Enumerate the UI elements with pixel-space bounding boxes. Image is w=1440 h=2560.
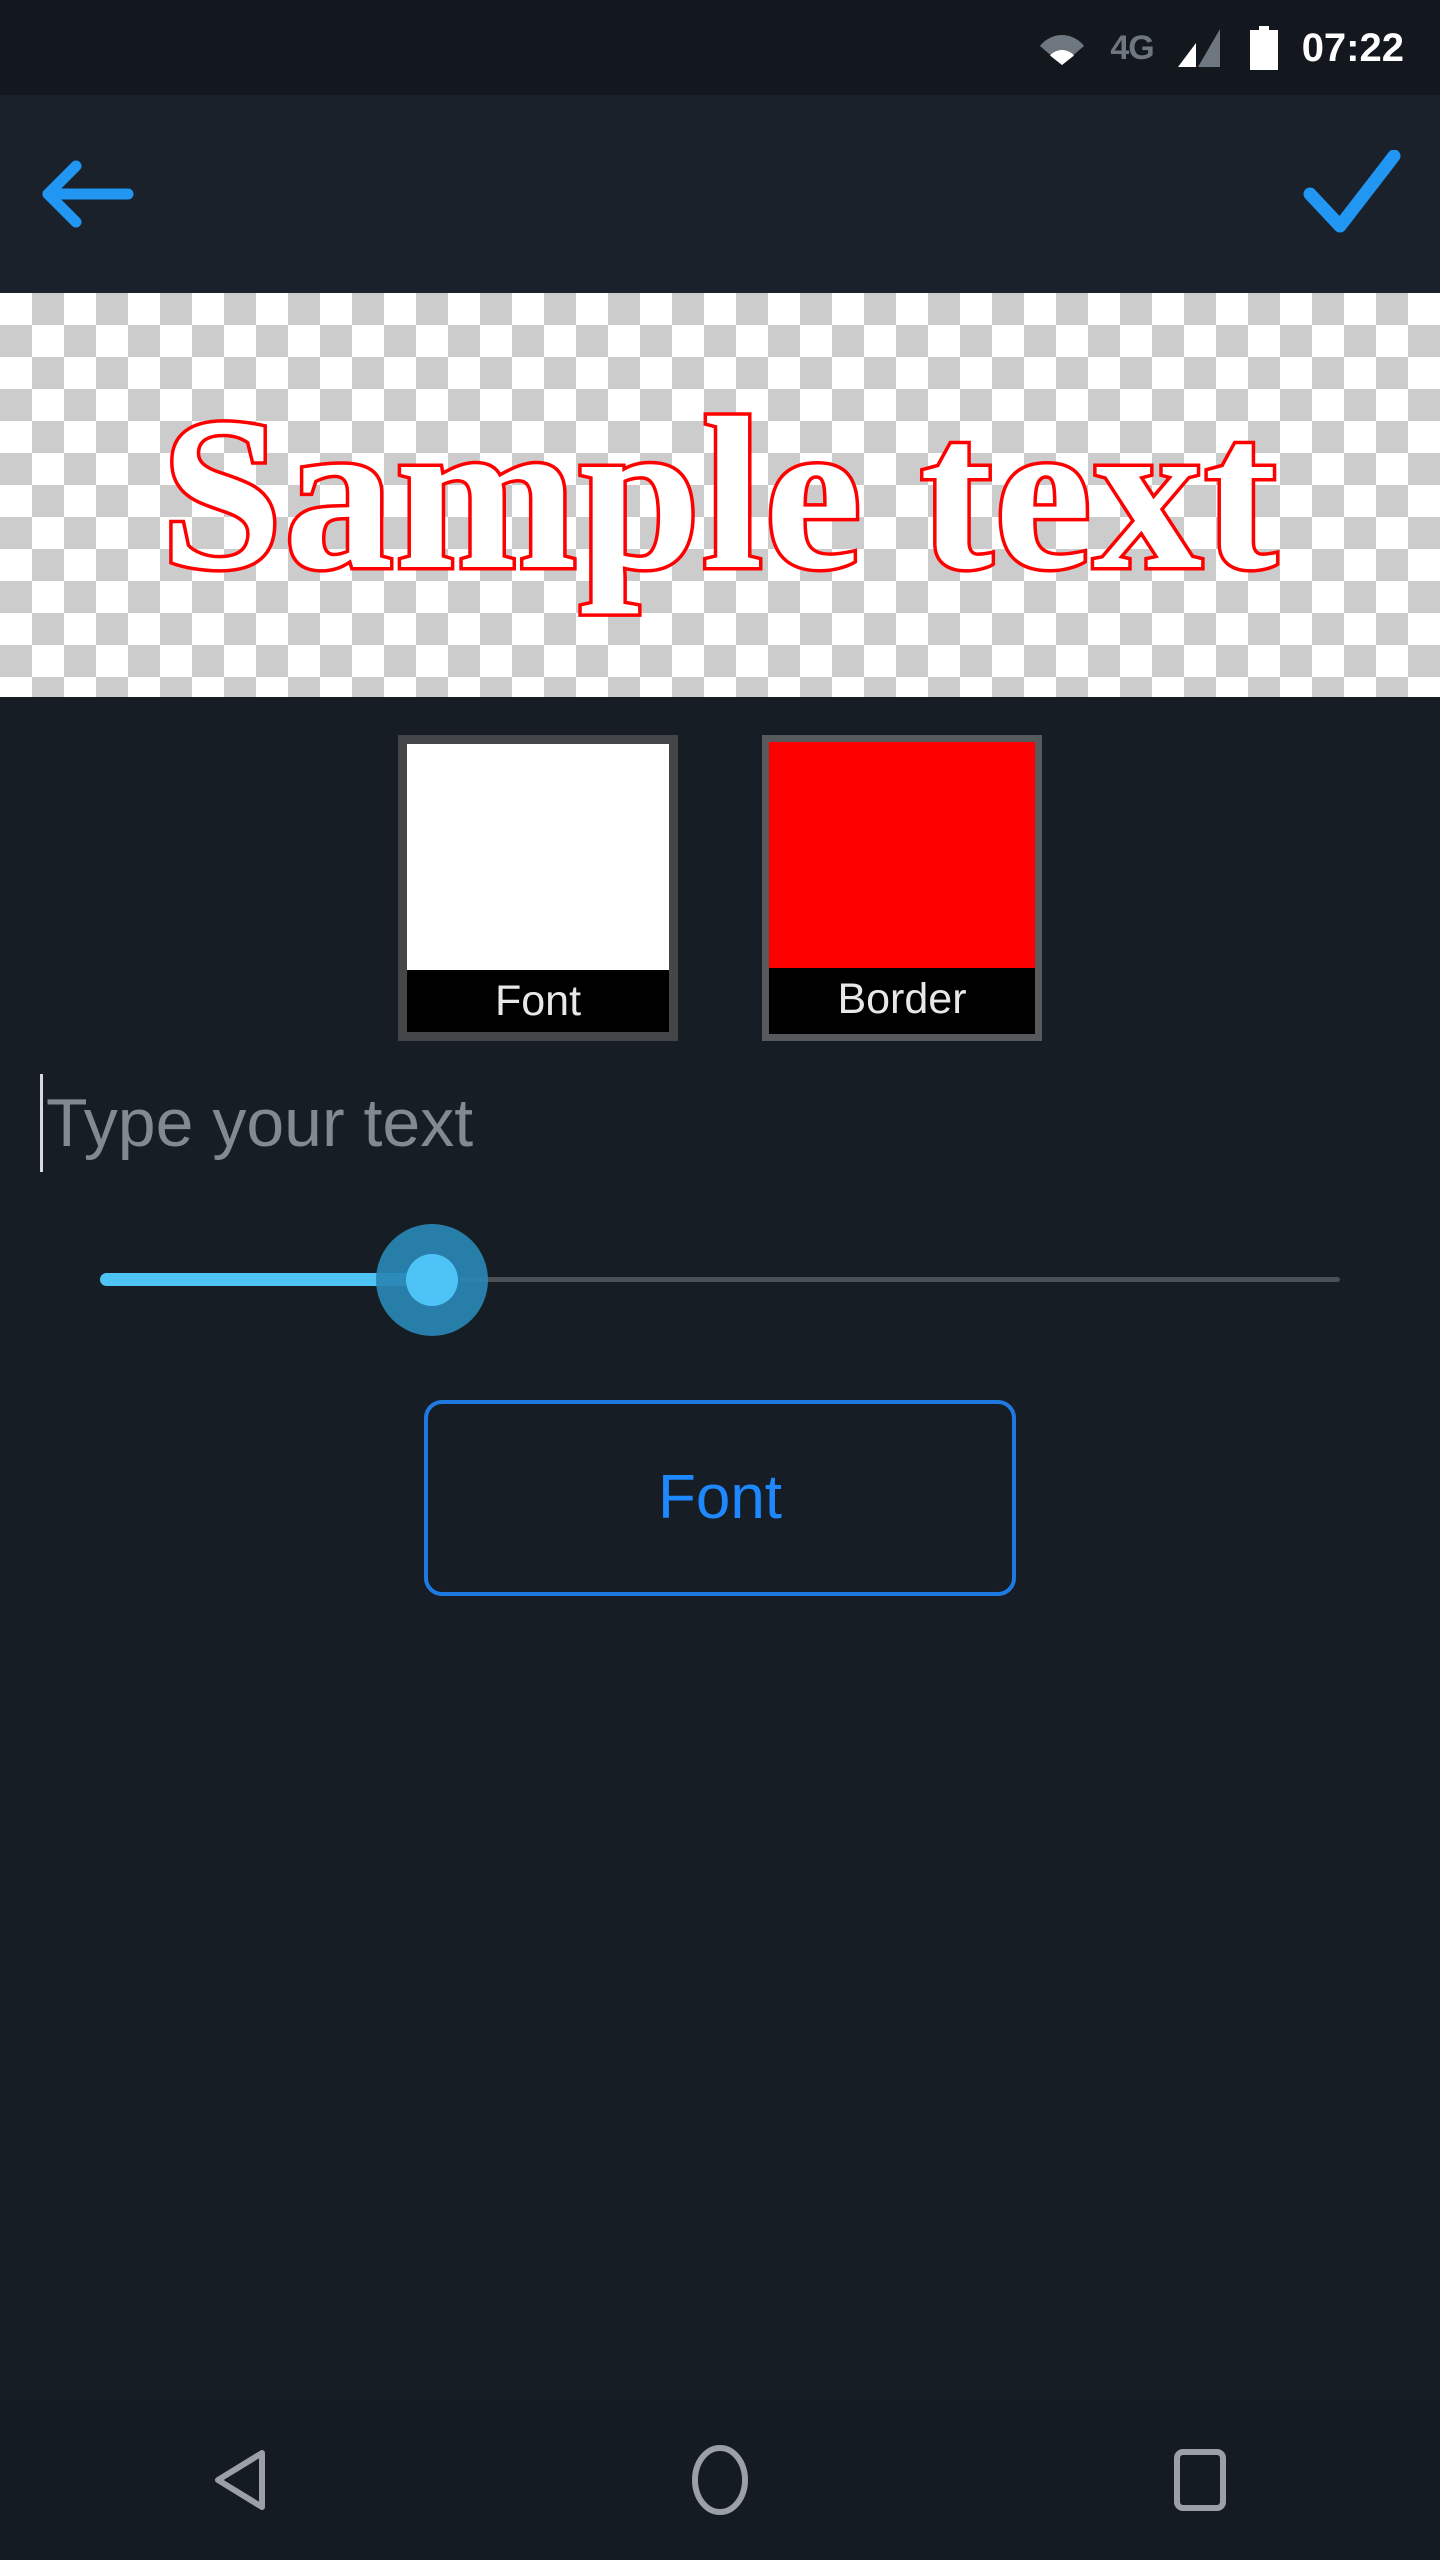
signal-bars-icon — [1154, 28, 1220, 67]
confirm-button[interactable] — [1292, 134, 1412, 254]
slider-thumb[interactable] — [406, 1254, 458, 1306]
status-bar-clock: 07:22 — [1301, 25, 1404, 70]
status-bar: 4G 07:22 — [0, 0, 1440, 95]
nav-back-button[interactable] — [150, 2400, 330, 2560]
back-button[interactable] — [28, 134, 148, 254]
checkmark-icon — [1303, 150, 1401, 233]
android-navigation-bar — [0, 2400, 1440, 2560]
nav-home-icon — [692, 2445, 748, 2515]
arrow-left-icon — [42, 160, 134, 228]
nav-recents-button[interactable] — [1110, 2400, 1290, 2560]
border-color-preview — [769, 742, 1035, 968]
text-preview-canvas[interactable]: Sample text — [0, 293, 1440, 697]
text-input[interactable] — [46, 1070, 1386, 1176]
battery-full-icon — [1220, 25, 1278, 70]
color-swatch-row: Font Border — [0, 735, 1440, 1041]
preview-sample-text: Sample text — [158, 374, 1281, 615]
network-type-label: 4G — [1110, 28, 1154, 67]
nav-home-button[interactable] — [630, 2400, 810, 2560]
top-toolbar — [0, 95, 1440, 293]
border-color-swatch[interactable]: Border — [762, 735, 1042, 1041]
nav-recents-icon — [1174, 2449, 1226, 2511]
wifi-icon — [1040, 31, 1085, 65]
border-color-swatch-label: Border — [769, 968, 1035, 1030]
nav-back-icon — [215, 2450, 265, 2510]
font-color-swatch-label: Font — [407, 970, 669, 1032]
font-color-swatch[interactable]: Font — [398, 735, 678, 1041]
font-picker-button[interactable]: Font — [424, 1400, 1016, 1596]
text-input-container[interactable] — [40, 1070, 1400, 1176]
font-color-preview — [407, 744, 669, 970]
text-size-slider[interactable] — [100, 1224, 1340, 1336]
app-screen: 4G 07:22 Sample text Font Border Type yo… — [0, 0, 1440, 2560]
text-caret — [40, 1074, 43, 1172]
